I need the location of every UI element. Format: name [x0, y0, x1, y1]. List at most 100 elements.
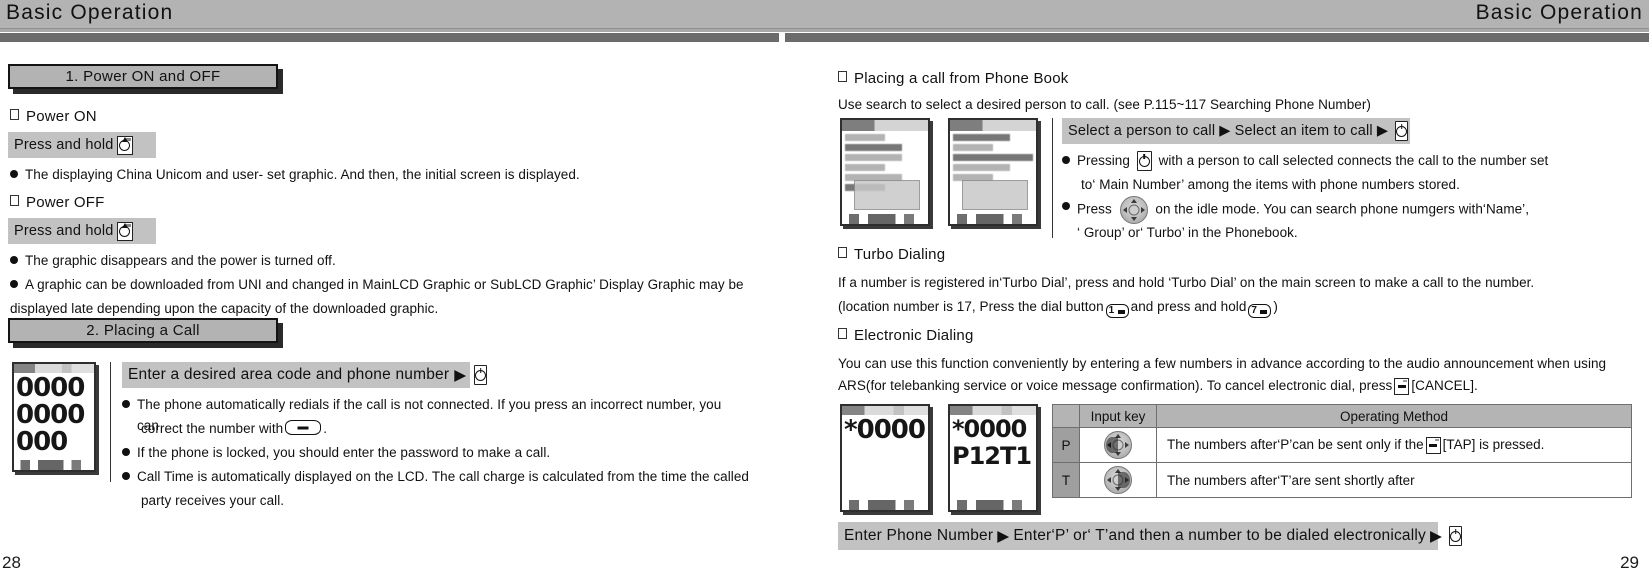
- page-header-band: [0, 0, 1649, 28]
- lcd-thumbnail-phonebook-detail: [948, 118, 1038, 226]
- lcd-list-line: [845, 134, 885, 141]
- strip-select-person-label: Select a person to call: [1068, 123, 1216, 139]
- bullet-call-time: Call Time is automatically displayed on …: [122, 466, 762, 487]
- send-key-icon[interactable]: [1395, 121, 1409, 141]
- lcd-thumbnail-electronic-1: *0000: [840, 404, 930, 512]
- turbo-line-2: (location number is 17, Press the dial b…: [838, 296, 1278, 318]
- delete-key-icon[interactable]: [285, 420, 322, 435]
- square-bullet-icon: [838, 71, 847, 82]
- lcd-thumbnail-phonebook-list: [840, 118, 930, 226]
- bullet-dot-icon: [1062, 202, 1070, 210]
- cancel-key-icon[interactable]: [1394, 377, 1410, 395]
- lcd-softkey-bar: [842, 214, 928, 224]
- strip-enter-phone-number-electronic[interactable]: Enter Phone Number ▶ Enter‘P’ or‘ T’and …: [838, 522, 1463, 550]
- table-header-row: Input key Operating Method: [1052, 404, 1632, 428]
- strip-select-person-to-call[interactable]: Select a person to call ▶ Select an item…: [1062, 118, 1410, 144]
- power-key-icon[interactable]: [116, 135, 133, 155]
- lcd-title-bar: [842, 120, 928, 131]
- bottom-strip-part1: Enter Phone Number: [844, 527, 994, 544]
- table-cell-key-t: [1079, 462, 1157, 498]
- lcd-softkey-bar: [950, 214, 1036, 224]
- bullet-dot-icon: [10, 280, 18, 288]
- bullet-power-off-2c-text: displayed late depending upon the capaci…: [10, 301, 439, 316]
- subheading-turbo-dialing-label: Turbo Dialing: [854, 246, 946, 263]
- send-key-icon[interactable]: [1449, 526, 1463, 546]
- turbo-line-1: If a number is registered in‘Turbo Dial’…: [838, 275, 1535, 290]
- bullet-power-on-text: The displaying China Unicom and user- se…: [25, 167, 580, 182]
- phonebook-intro-text: Use search to select a desired person to…: [838, 97, 1371, 112]
- header-title-left: Basic Operation: [6, 1, 174, 24]
- subheading-power-on-label: Power ON: [26, 108, 97, 125]
- subheading-electronic-dialing: Electronic Dialing: [838, 327, 973, 344]
- table-cell-method-p: The numbers after‘P’can be sent only if …: [1156, 427, 1632, 463]
- strip-enter-area-code[interactable]: Enter a desired area code and phone numb…: [122, 362, 488, 388]
- bullet-dot-icon: [122, 448, 130, 456]
- bullet-power-off-1: The graphic disappears and the power is …: [10, 250, 750, 271]
- left-page: 1. Power ON and OFF Power ON Press and h…: [0, 42, 824, 577]
- lcd-thumbnail-dialed-number: 00000000000: [12, 362, 96, 472]
- strip-press-hold-off-label: Press and hold: [14, 223, 114, 239]
- lcd-softkey-bar: [842, 500, 928, 510]
- lcd-softkey-bar: [950, 500, 1036, 510]
- table-header-operating-method: Operating Method: [1156, 404, 1632, 428]
- arrow-right-icon: ▶: [1430, 527, 1443, 545]
- electronic-dialing-table: Input key Operating Method P The numbers…: [1052, 404, 1632, 498]
- table-cell-method-p-a: The numbers after‘P’can be sent only if …: [1167, 436, 1424, 452]
- turbo-line-2c: ): [1273, 299, 1278, 314]
- bullet-power-on: The displaying China Unicom and user- se…: [10, 164, 750, 185]
- navpad-right-icon[interactable]: [1104, 466, 1132, 494]
- section-box-power: 1. Power ON and OFF: [8, 64, 280, 89]
- subheading-phonebook-call-label: Placing a call from Phone Book: [854, 70, 1069, 87]
- bullet-pressing-send: Pressing with a person to call selected …: [1062, 150, 1549, 172]
- subheading-electronic-dialing-label: Electronic Dialing: [854, 327, 974, 344]
- send-key-icon[interactable]: [474, 365, 488, 385]
- bullet-redial-line2-tail: .: [323, 421, 328, 436]
- dial-key-7-icon[interactable]: 7: [1248, 304, 1272, 318]
- bullet-dot-icon: [10, 170, 18, 178]
- bullet-locked-text: If the phone is locked, you should enter…: [137, 445, 551, 460]
- dial-key-1-icon[interactable]: 1: [1105, 304, 1129, 318]
- bullet-call-time-line2: party receives your call.: [141, 493, 285, 508]
- strip-select-item-label: Select an item to call: [1234, 123, 1373, 139]
- page-number-right: 29: [1620, 553, 1639, 572]
- bullet-power-off-1-text: The graphic disappears and the power is …: [25, 253, 336, 268]
- strip-press-hold-on-label: Press and hold: [14, 137, 114, 153]
- navigation-pad-icon[interactable]: [1119, 196, 1148, 224]
- section-box-power-label: 1. Power ON and OFF: [8, 64, 278, 89]
- right-page: Placing a call from Phone Book Use searc…: [824, 42, 1649, 577]
- table-cell-method-p-b: [TAP] is pressed.: [1442, 436, 1545, 452]
- electronic-line-1: You can use this function conveniently b…: [838, 356, 1607, 371]
- section-box-placing-call-label: 2. Placing a Call: [8, 318, 278, 343]
- section-box-placing-call: 2. Placing a Call: [8, 318, 280, 343]
- power-key-icon[interactable]: [116, 221, 133, 241]
- strip-enter-area-code-label: Enter a desired area code and phone numb…: [128, 366, 450, 383]
- bullet-pressing-send-b: with a person to call selected connects …: [1158, 153, 1549, 168]
- lcd-title-bar: [950, 120, 1036, 131]
- strip-press-and-hold-power-off[interactable]: Press and hold: [8, 218, 156, 244]
- lcd-status-bar: [14, 364, 94, 373]
- square-bullet-icon: [10, 195, 19, 206]
- electronic-line-2b: [CANCEL].: [1411, 378, 1478, 393]
- column-separator: [110, 362, 111, 482]
- send-key-icon[interactable]: [1136, 151, 1152, 172]
- table-row-label-t: T: [1052, 462, 1080, 498]
- table-cell-method-t: The numbers after‘T’are sent shortly aft…: [1156, 462, 1632, 498]
- electronic-line-2a: ARS(for telebanking service or voice mes…: [838, 378, 1393, 393]
- bottom-strip-part2: Enter‘P’ or‘ T’and then a number to be d…: [1013, 527, 1426, 544]
- bullet-redial-line2: correct the number with.: [141, 418, 327, 439]
- table-cell-key-p: [1079, 427, 1157, 463]
- table-row: P The numbers after‘P’can be sent only i…: [1052, 427, 1632, 463]
- tap-key-icon[interactable]: [1425, 436, 1441, 454]
- bullet-press-navpad: Press on the idle mode. You can search p…: [1062, 196, 1529, 224]
- square-bullet-icon: [838, 247, 847, 258]
- turbo-line-2a: (location number is 17, Press the dial b…: [838, 299, 1104, 314]
- lcd-electronic-2-line2: P12T1: [952, 442, 1032, 470]
- strip-press-and-hold-power-on[interactable]: Press and hold: [8, 132, 156, 158]
- navpad-left-icon[interactable]: [1104, 431, 1132, 459]
- bullet-press-navpad-line2: ‘ Group’ or‘ Turbo’ in the Phonebook.: [1077, 225, 1298, 240]
- bullet-locked: If the phone is locked, you should enter…: [122, 442, 742, 463]
- lcd-popup-box: [854, 180, 920, 210]
- table-header-corner: [1052, 404, 1080, 428]
- table-row-label-p: P: [1052, 427, 1080, 463]
- lcd-list-line: [845, 154, 902, 161]
